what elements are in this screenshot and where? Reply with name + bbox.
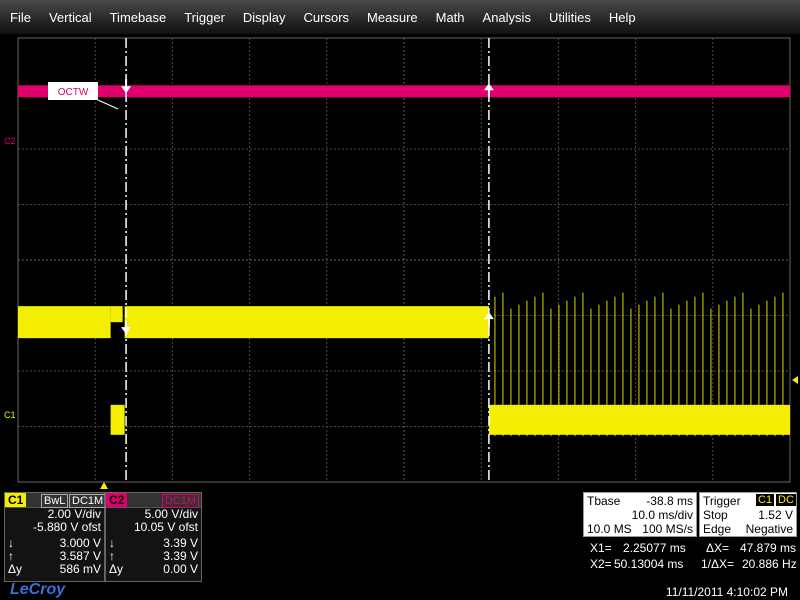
timebase-samples: 10.0 MS xyxy=(587,522,632,536)
menu-utilities[interactable]: Utilities xyxy=(540,10,600,25)
menu-analysis[interactable]: Analysis xyxy=(474,10,540,25)
cursor-arrows xyxy=(121,79,494,335)
timebase-rate: 100 MS/s xyxy=(642,522,693,536)
c1-dy-value: 586 mV xyxy=(59,562,101,576)
cursor-dx-value: 47.879 ms xyxy=(740,541,797,555)
trigger-label: Trigger xyxy=(703,494,741,508)
trigger-level-marker[interactable] xyxy=(792,376,798,384)
menu-timebase[interactable]: Timebase xyxy=(101,10,176,25)
trigger-position-marker[interactable] xyxy=(100,482,108,489)
timebase-tdiv: 10.0 ms/div xyxy=(631,508,693,522)
c2-dy-label: Δy xyxy=(109,562,124,576)
menu-bar: File Vertical Timebase Trigger Display C… xyxy=(0,0,800,34)
c1-glitch xyxy=(110,306,123,323)
cursor-inv-dx-label: 1/ΔX= xyxy=(701,557,735,571)
trigger-level: 1.52 V xyxy=(758,508,793,522)
cursor-x1-value: 2.25077 ms xyxy=(623,541,686,555)
c1-trace-high-segment-2 xyxy=(124,306,489,339)
c2-descriptor-panel[interactable]: C2 DC1M 5.00 V/div 10.05 V ofst ↓ 3.39 V … xyxy=(105,492,202,582)
timebase-descriptor[interactable]: Tbase -38.8 ms 10.0 ms/div 10.0 MS 100 M… xyxy=(583,492,697,537)
cursor-dx-label: ΔX= xyxy=(706,541,730,555)
menu-cursors[interactable]: Cursors xyxy=(295,10,359,25)
cursor-x2-label: X2= xyxy=(590,557,612,571)
c1-trace-high-segment xyxy=(18,306,111,339)
cursor-x2-value: 50.13004 ms xyxy=(614,557,684,571)
c1-dy-label: Δy xyxy=(8,562,23,576)
c1-ground-label: C1 xyxy=(4,410,16,420)
trigger-stop: Stop xyxy=(703,508,728,522)
brand-logo: LeCroy xyxy=(10,581,66,598)
menu-measure[interactable]: Measure xyxy=(358,10,427,25)
octw-label: OCTW xyxy=(58,87,89,98)
c1-bwl-badge: BwL xyxy=(41,494,69,508)
c2-ground-label: C2 xyxy=(4,136,16,146)
trigger-mode: Edge xyxy=(703,522,732,536)
c1-offset: -5.880 V ofst xyxy=(32,520,101,534)
c2-trace xyxy=(18,85,790,98)
menu-display[interactable]: Display xyxy=(234,10,295,25)
menu-file[interactable]: File xyxy=(0,10,40,25)
menu-math[interactable]: Math xyxy=(427,10,474,25)
waveform-display[interactable]: OCTW C2 C1 xyxy=(0,34,800,492)
c2-dy-value: 0.00 V xyxy=(163,562,198,576)
timebase-delay: -38.8 ms xyxy=(646,494,693,508)
c1-coupling-badge: DC1M xyxy=(69,494,107,508)
c1-descriptor-panel[interactable]: C1 BwL DC1M 2.00 V/div -5.880 V ofst ↓ 3.… xyxy=(4,492,107,582)
timebase-label: Tbase xyxy=(587,494,621,508)
trigger-source-badge: C1 xyxy=(756,494,775,506)
c2-offset: 10.05 V ofst xyxy=(133,520,198,534)
c2-coupling-badge: DC1M xyxy=(161,494,199,508)
menu-help[interactable]: Help xyxy=(600,10,645,25)
trigger-coupling-badge: DC xyxy=(776,494,796,506)
trigger-slope: Negative xyxy=(745,522,793,536)
cursor-inv-dx-value: 20.886 Hz xyxy=(742,557,797,571)
timestamp: 11/11/2011 4:10:02 PM xyxy=(665,585,788,599)
menu-trigger[interactable]: Trigger xyxy=(175,10,234,25)
cursor-x1-label: X1= xyxy=(590,541,612,555)
c1-glitch-low xyxy=(110,404,125,435)
c2-tag: C2 xyxy=(106,493,128,507)
menu-vertical[interactable]: Vertical xyxy=(40,10,101,25)
c1-tag: C1 xyxy=(5,493,27,507)
trigger-descriptor[interactable]: Trigger C1 DC Stop 1.52 V Edge Negative xyxy=(699,492,797,537)
